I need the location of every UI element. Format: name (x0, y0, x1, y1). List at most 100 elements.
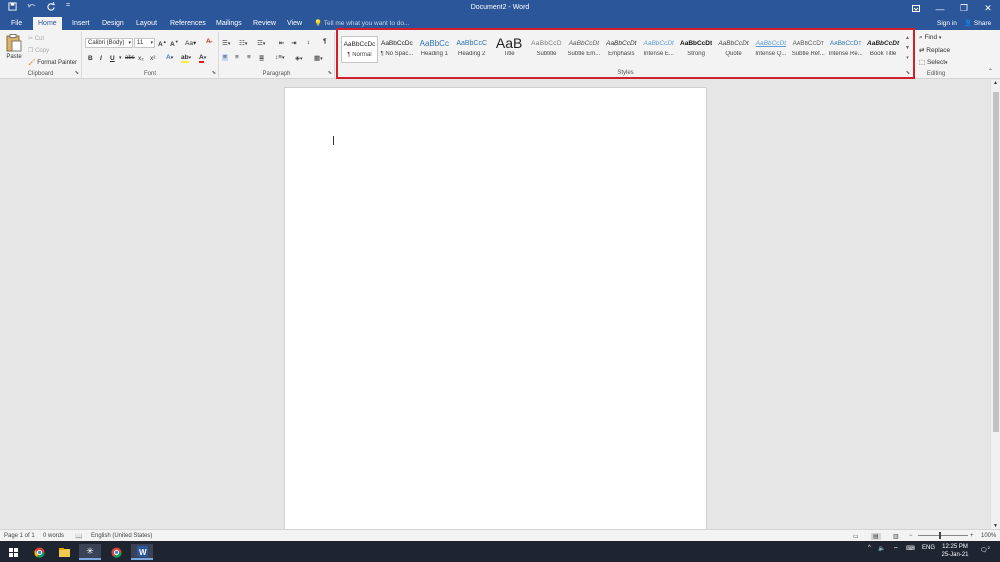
text-effects-icon[interactable]: A▾ (166, 54, 173, 61)
notifications-icon[interactable]: 🗨2 (980, 545, 990, 554)
scroll-down-icon[interactable]: ▼ (903, 43, 912, 53)
subscript-button[interactable]: x₂ (138, 55, 144, 62)
superscript-button[interactable]: x² (150, 55, 155, 62)
language-tray[interactable]: ENG (922, 545, 935, 551)
tab-insert[interactable]: Insert (67, 17, 95, 30)
increase-indent-icon[interactable]: ⇥ (291, 39, 296, 47)
style-item[interactable]: AaBbCcC Heading 2 (453, 36, 490, 63)
align-right-icon[interactable]: ≡ (247, 54, 251, 61)
highlight-icon[interactable]: ab▾ (181, 54, 191, 63)
zoom-level[interactable]: 100% (981, 533, 996, 539)
line-spacing-icon[interactable]: ↕≡▾ (275, 54, 285, 61)
zoom-slider[interactable] (918, 535, 968, 536)
keyboard-icon[interactable]: ⌨ (906, 545, 915, 552)
vertical-scrollbar[interactable]: ▲ ▼ (990, 80, 1000, 529)
word-icon[interactable]: W (131, 544, 153, 560)
scrollbar-thumb[interactable] (993, 92, 999, 432)
zoom-out-icon[interactable]: − (909, 533, 913, 539)
restore-icon[interactable]: ❐ (952, 0, 976, 17)
app-icon[interactable]: ✳ (79, 544, 101, 560)
find-button[interactable]: ⌕ Find ▾ (919, 34, 941, 42)
style-item[interactable]: AaBbCcDt Book Title (865, 36, 902, 63)
windows-start-icon[interactable] (2, 544, 24, 560)
minimize-icon[interactable]: — (928, 0, 952, 17)
grow-font-icon[interactable]: A▲ (158, 39, 167, 48)
font-name-select[interactable]: Calibri (Body) ▾ (85, 38, 133, 48)
strikethrough-button[interactable]: abc (125, 55, 135, 61)
clipboard-launcher-icon[interactable]: ⬊ (75, 70, 79, 76)
style-item[interactable]: AaBbCcDc ¶ No Spac... (378, 36, 415, 63)
chrome-icon-2[interactable] (105, 544, 127, 560)
tab-home[interactable]: Home (33, 17, 62, 30)
scroll-up-icon[interactable]: ▲ (903, 33, 912, 43)
font-launcher-icon[interactable]: ⬊ (212, 70, 216, 76)
replace-button[interactable]: ⇄ Replace (919, 46, 950, 54)
multilevel-list-icon[interactable]: ☲▾ (257, 39, 265, 47)
more-styles-icon[interactable]: ▾ (903, 53, 912, 63)
style-item[interactable]: AaBbCcDt Intense Re... (827, 36, 864, 63)
show-hide-icon[interactable]: ¶ (323, 38, 327, 45)
align-left-icon[interactable]: ≡ (222, 54, 228, 61)
word-count[interactable]: 0 words (43, 533, 64, 539)
bold-button[interactable]: B (88, 55, 93, 62)
document-page[interactable] (284, 87, 707, 532)
scroll-up-arrow-icon[interactable]: ▲ (993, 80, 998, 86)
cut-button[interactable]: ✂ Cut (28, 35, 44, 42)
read-mode-icon[interactable]: ▭ (853, 533, 859, 540)
language-indicator[interactable]: English (United States) (91, 533, 152, 539)
sort-icon[interactable]: ↕ (307, 39, 310, 46)
tab-layout[interactable]: Layout (131, 17, 162, 30)
align-center-icon[interactable]: ≡ (235, 54, 239, 61)
close-icon[interactable]: ✕ (976, 0, 1000, 17)
underline-button[interactable]: U (110, 55, 115, 62)
font-color-icon[interactable]: A▾ (199, 54, 206, 63)
shading-icon[interactable]: ◈▾ (295, 54, 303, 62)
styles-launcher-icon[interactable]: ⬊ (906, 70, 910, 76)
style-item[interactable]: AaBbCcDt Intense Q... (752, 36, 789, 63)
style-item[interactable]: AaBbCcDt Subtle Ref... (790, 36, 827, 63)
tab-mailings[interactable]: Mailings (211, 17, 247, 30)
change-case-button[interactable]: Aa▾ (185, 39, 196, 47)
clock[interactable]: 12:25 PM 25-Jan-21 (940, 543, 970, 559)
borders-icon[interactable]: ▦▾ (314, 54, 323, 62)
tab-references[interactable]: References (165, 17, 211, 30)
collapse-ribbon-icon[interactable]: ⌃ (988, 68, 993, 75)
zoom-slider-thumb[interactable] (939, 532, 941, 539)
proofing-icon[interactable]: 📖 (75, 533, 82, 540)
file-explorer-icon[interactable] (53, 544, 75, 560)
style-item[interactable]: AaBbCcDt Quote (715, 36, 752, 63)
style-item[interactable]: AaBbCcDc ¶ Normal (341, 36, 378, 63)
sign-in-link[interactable]: Sign in (937, 17, 957, 30)
chrome-icon[interactable] (28, 544, 50, 560)
share-button[interactable]: 👤 Share (964, 17, 991, 30)
style-item[interactable]: AaBbCcDt Subtle Em... (565, 36, 602, 63)
style-item[interactable]: AaB Title (491, 36, 528, 63)
underline-dropdown-icon[interactable]: ▾ (119, 55, 122, 61)
show-hidden-icons[interactable]: ^ (868, 545, 871, 551)
tab-view[interactable]: View (282, 17, 307, 30)
zoom-in-icon[interactable]: + (970, 533, 974, 539)
italic-button[interactable]: I (100, 55, 102, 62)
style-item[interactable]: AaBbCcDt Strong (678, 36, 715, 63)
decrease-indent-icon[interactable]: ⇤ (279, 39, 284, 47)
bullets-icon[interactable]: ☰▾ (222, 39, 230, 47)
justify-icon[interactable]: ≣ (259, 54, 264, 62)
font-size-select[interactable]: 11 ▾ (134, 38, 155, 48)
print-layout-icon[interactable]: ▤ (871, 533, 881, 540)
network-icon[interactable]: ⌔ (893, 545, 899, 553)
paste-button[interactable]: Paste (4, 34, 24, 60)
tab-file[interactable]: File (6, 17, 27, 30)
copy-button[interactable]: ❐ Copy (28, 47, 49, 54)
ribbon-display-icon[interactable] (904, 0, 928, 17)
style-item[interactable]: AaBbCc Heading 1 (416, 36, 453, 63)
tab-design[interactable]: Design (97, 17, 129, 30)
volume-icon[interactable]: 🔈 (878, 545, 885, 552)
style-item[interactable]: AaBbCcDt Intense E... (640, 36, 677, 63)
numbering-icon[interactable]: ☷▾ (239, 39, 247, 47)
page-count[interactable]: Page 1 of 1 (4, 533, 35, 539)
clear-formatting-icon[interactable]: A̶ (206, 38, 211, 45)
web-layout-icon[interactable]: ▥ (893, 533, 899, 540)
tab-review[interactable]: Review (248, 17, 281, 30)
format-painter-button[interactable]: 🖌 Format Painter (28, 59, 77, 66)
select-button[interactable]: ⬚ Select▾ (919, 58, 948, 66)
